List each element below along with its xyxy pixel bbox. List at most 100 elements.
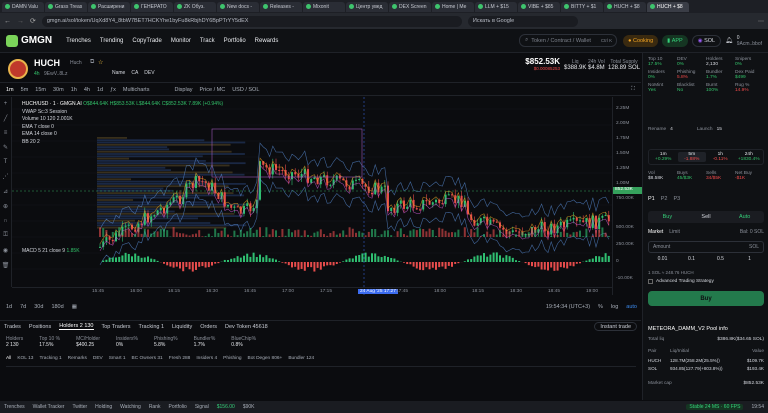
- browser-tab[interactable]: ГЕНЕРАТО: [131, 1, 173, 12]
- hline-icon[interactable]: ≡: [4, 130, 8, 136]
- copy-icon[interactable]: ⧉: [90, 59, 94, 66]
- gmgn-logo[interactable]: GMGN: [6, 34, 52, 47]
- browser-tab[interactable]: DEX Screen: [389, 1, 431, 12]
- display-button[interactable]: Display: [174, 87, 192, 93]
- range-1d[interactable]: 1d: [6, 304, 12, 310]
- status-item[interactable]: Portfolio: [169, 404, 187, 410]
- url-input[interactable]: gmgn.ai/sol/token/UqXd8Y4_8tbW7BET7HCKYh…: [41, 15, 462, 27]
- token-search-input[interactable]: ⌕ Token / Contract / Wallet Ctrl K: [519, 34, 618, 47]
- macd-legend[interactable]: MACD 5 21 close 9 1.85K: [22, 248, 80, 254]
- checkbox-icon[interactable]: [648, 279, 653, 284]
- buy-button[interactable]: Buy: [648, 291, 764, 306]
- tab-liquidity[interactable]: Liquidity: [172, 324, 192, 330]
- trash-icon[interactable]: 🗑︎: [2, 262, 10, 269]
- holder-filter[interactable]: Fresh 288: [169, 356, 191, 361]
- tab-positions[interactable]: Positions: [29, 324, 51, 330]
- date-range-icon[interactable]: ▦: [72, 304, 77, 310]
- tf-stat[interactable]: 1m +0.29%: [649, 152, 678, 162]
- range-7d[interactable]: 7d: [20, 304, 26, 310]
- holder-filter[interactable]: KOL 13: [17, 356, 33, 361]
- holder-filter[interactable]: Smart 1: [109, 356, 126, 361]
- zoom-icon[interactable]: ⊕: [3, 203, 8, 210]
- auto-toggle-side[interactable]: Auto: [725, 214, 764, 220]
- tab-top-traders[interactable]: Top Traders: [102, 324, 131, 330]
- buy-tab[interactable]: Buy: [648, 214, 687, 220]
- tab-holders[interactable]: Holders 2 130: [59, 323, 94, 330]
- status-item[interactable]: Holding: [95, 404, 112, 410]
- browser-tab[interactable]: Grass Treas: [45, 1, 87, 12]
- tab-trades[interactable]: Trades: [4, 324, 21, 330]
- tf-stat[interactable]: 5m -1.88%: [677, 152, 706, 162]
- tf-15m[interactable]: 15m: [35, 87, 46, 93]
- holder-filter[interactable]: Insiders 4: [196, 356, 217, 361]
- browser-tab[interactable]: Центр увед: [346, 1, 388, 12]
- holder-filter[interactable]: Bot Degen 806+: [248, 356, 283, 361]
- status-item[interactable]: Twitter: [72, 404, 87, 410]
- tag-ca[interactable]: CA: [131, 70, 138, 76]
- log-toggle[interactable]: log: [611, 304, 618, 310]
- browser-tab[interactable]: DAMN Valu: [2, 1, 44, 12]
- preset-p3[interactable]: P3: [673, 196, 680, 202]
- user-menu[interactable]: 0 9Acm..bbof: [737, 35, 762, 47]
- instant-trade-button[interactable]: Instant trade: [594, 322, 637, 331]
- holder-filter[interactable]: Bundler 124: [288, 356, 314, 361]
- holder-filter[interactable]: Tracking 1: [39, 356, 61, 361]
- lock-icon[interactable]: ⚿: [3, 232, 8, 239]
- multicharts-button[interactable]: Multicharts: [123, 87, 150, 93]
- vwap-legend[interactable]: VWAP Sc:3 Session: [22, 109, 223, 117]
- ema7-legend[interactable]: EMA 7 close 0: [22, 124, 223, 132]
- market-tab[interactable]: Market: [648, 229, 663, 235]
- tf-30m[interactable]: 30m: [53, 87, 64, 93]
- nav-rewards[interactable]: Rewards: [255, 38, 279, 44]
- holder-filter[interactable]: DEV: [93, 356, 103, 361]
- browser-tab[interactable]: Mixonit: [303, 1, 345, 12]
- price-axis[interactable]: 2.25M 2.00M 1.75M 1.50M 1.25M 1.00M 750.00K 500…: [612, 97, 642, 295]
- browser-tab[interactable]: Releases -: [260, 1, 302, 12]
- browser-tab[interactable]: LLM + $15: [475, 1, 517, 12]
- tf-4h[interactable]: 4h: [84, 87, 90, 93]
- browser-tab[interactable]: Расширени: [88, 1, 130, 12]
- google-search-input[interactable]: Искать в Google: [467, 15, 578, 27]
- token-creator[interactable]: 9EwV..8Lz: [44, 71, 67, 77]
- pattern-icon[interactable]: ⋰: [3, 173, 9, 180]
- amount-01[interactable]: 0.1: [677, 256, 706, 262]
- star-icon[interactable]: ☆: [98, 59, 103, 66]
- back-icon[interactable]: ←: [4, 18, 11, 25]
- browser-tab[interactable]: New docs -: [217, 1, 259, 12]
- tf-stat[interactable]: 1h -0.11%: [706, 152, 735, 162]
- amount-05[interactable]: 0.5: [706, 256, 735, 262]
- extensions-icon[interactable]: ⋯: [758, 18, 764, 25]
- limit-tab[interactable]: Limit: [669, 229, 680, 235]
- nav-trending[interactable]: Trending: [100, 38, 123, 44]
- tf-1m[interactable]: 1m: [6, 87, 14, 93]
- trendline-icon[interactable]: ╱: [4, 115, 8, 122]
- eye-icon[interactable]: ◉: [3, 247, 8, 254]
- browser-tab[interactable]: VIBE + $85: [518, 1, 560, 12]
- usd-sol-toggle[interactable]: USD / SOL: [232, 87, 259, 93]
- text-icon[interactable]: T: [4, 159, 8, 165]
- fullscreen-icon[interactable]: ⛶: [631, 86, 635, 93]
- forward-icon[interactable]: →: [17, 18, 24, 25]
- status-item[interactable]: Trenches: [4, 404, 25, 410]
- nav-trenches[interactable]: Trenches: [66, 38, 91, 44]
- bb-legend[interactable]: BB 20 2: [22, 139, 223, 147]
- indicators-icon[interactable]: ƒx: [110, 87, 116, 93]
- brush-icon[interactable]: ✎: [3, 144, 8, 151]
- holder-filter[interactable]: All: [6, 356, 11, 361]
- bell-icon[interactable]: 🔔︎: [725, 37, 733, 44]
- measure-icon[interactable]: ⊿: [3, 188, 8, 195]
- ema14-legend[interactable]: EMA 14 close 0: [22, 131, 223, 139]
- magnet-icon[interactable]: ∩: [3, 218, 7, 224]
- tf-5m[interactable]: 5m: [21, 87, 29, 93]
- preset-p1[interactable]: P1: [648, 196, 655, 202]
- range-30d[interactable]: 30d: [34, 304, 43, 310]
- holder-filter[interactable]: Phishing: [223, 356, 241, 361]
- preset-p2[interactable]: P2: [661, 196, 668, 202]
- range-180d[interactable]: 180d: [51, 304, 63, 310]
- status-item[interactable]: Rank: [149, 404, 161, 410]
- tab-dev-token[interactable]: Dev Token 45618: [225, 324, 268, 330]
- tag-name[interactable]: Name: [112, 70, 125, 76]
- status-item[interactable]: Signal: [195, 404, 209, 410]
- chain-selector[interactable]: ◉ SOL: [691, 34, 722, 47]
- amount-1[interactable]: 1: [735, 256, 764, 262]
